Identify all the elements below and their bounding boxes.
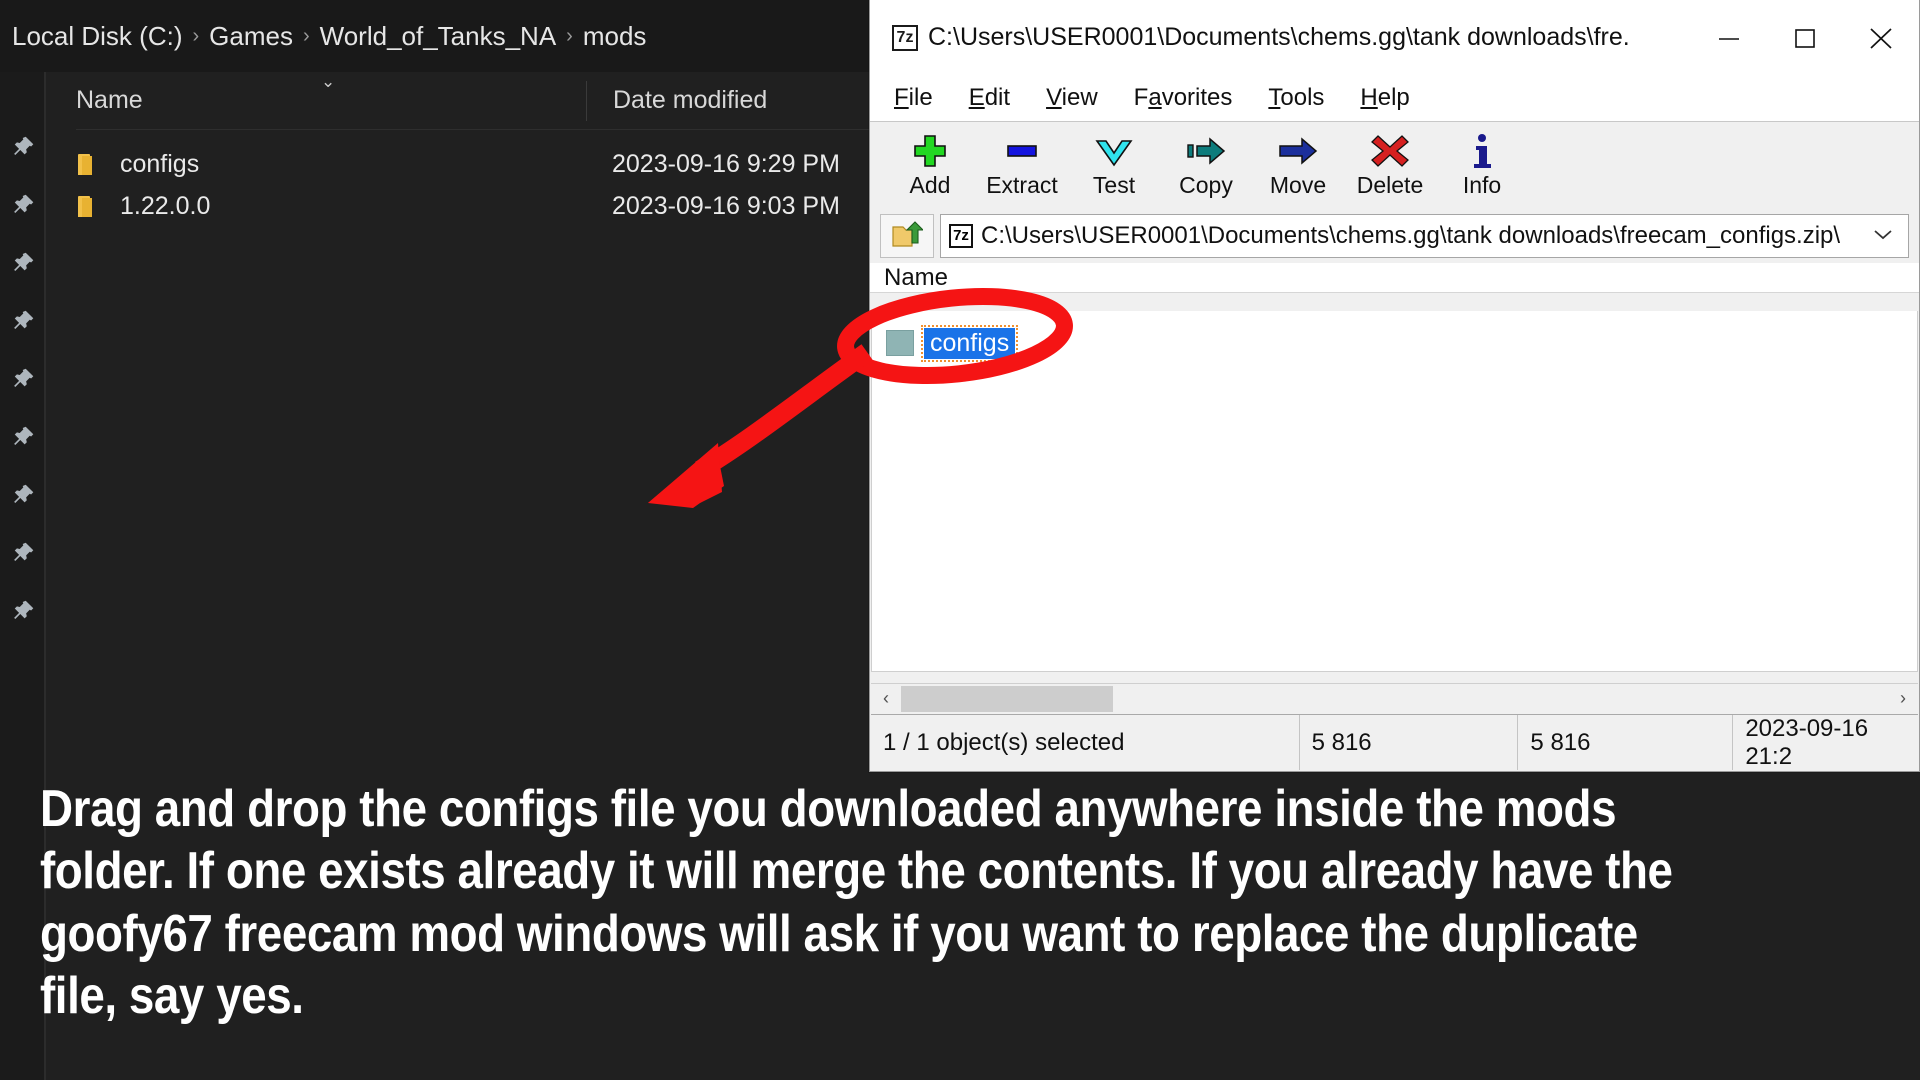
breadcrumb-item-1[interactable]: Games bbox=[201, 21, 301, 52]
list-item-label: configs bbox=[920, 324, 1019, 362]
chevron-down-icon[interactable] bbox=[1872, 227, 1894, 246]
menu-bar: File Edit View Favorites Tools Help bbox=[870, 75, 1919, 121]
move-label: Move bbox=[1269, 172, 1327, 198]
folder-up-icon[interactable] bbox=[880, 214, 934, 258]
breadcrumb-item-0[interactable]: Local Disk (C:) bbox=[4, 21, 190, 52]
breadcrumb-item-3[interactable]: mods bbox=[575, 21, 655, 52]
scrollbar-thumb[interactable] bbox=[901, 685, 1113, 712]
file-name: configs bbox=[120, 149, 200, 178]
test-label: Test bbox=[1092, 172, 1136, 198]
folder-icon bbox=[76, 152, 102, 176]
status-size: 5 816 bbox=[1311, 728, 1372, 756]
status-bar: 1 / 1 object(s) selected 5 816 5 816 202… bbox=[871, 714, 1918, 770]
delete-label: Delete bbox=[1356, 172, 1424, 198]
pin-icon[interactable] bbox=[10, 308, 36, 334]
menu-item-tools[interactable]: Tools bbox=[1264, 82, 1328, 114]
move-button[interactable]: Move bbox=[1252, 128, 1344, 199]
list-item[interactable]: configs bbox=[886, 324, 1019, 362]
add-label: Add bbox=[909, 172, 951, 198]
pin-icon[interactable] bbox=[10, 134, 36, 160]
menu-item-help[interactable]: Help bbox=[1356, 82, 1413, 114]
address-bar: 7z C:\Users\USER0001\Documents\chems.gg\… bbox=[870, 213, 1919, 263]
pin-icon[interactable] bbox=[10, 192, 36, 218]
list-column-header[interactable]: Name bbox=[870, 263, 1919, 293]
info-label: Info bbox=[1462, 172, 1502, 198]
path-value: C:\Users\USER0001\Documents\chems.gg\tan… bbox=[981, 222, 1841, 249]
folder-icon bbox=[76, 194, 102, 218]
menu-item-favorites[interactable]: Favorites bbox=[1130, 82, 1237, 114]
info-icon bbox=[1467, 128, 1497, 174]
sevenzip-app-icon: 7z bbox=[892, 24, 918, 51]
copy-label: Copy bbox=[1179, 172, 1233, 198]
window-controls bbox=[1691, 0, 1919, 75]
plus-icon bbox=[910, 128, 950, 174]
copy-button[interactable]: Copy bbox=[1160, 128, 1252, 199]
pin-icon[interactable] bbox=[10, 598, 36, 624]
window-title: C:\Users\USER0001\Documents\chems.gg\tan… bbox=[928, 23, 1628, 51]
status-packed-size: 5 816 bbox=[1530, 728, 1591, 756]
extract-label: Extract bbox=[986, 172, 1058, 198]
close-icon[interactable] bbox=[1843, 0, 1919, 75]
menu-item-file[interactable]: File bbox=[890, 82, 937, 114]
delete-button[interactable]: Delete bbox=[1344, 128, 1436, 199]
pin-icon[interactable] bbox=[10, 250, 36, 276]
check-down-icon bbox=[1093, 128, 1135, 174]
column-header-date[interactable]: Date modified bbox=[587, 86, 767, 115]
status-selection: 1 / 1 object(s) selected bbox=[883, 728, 1125, 756]
sevenzip-titlebar[interactable]: 7z C:\Users\USER0001\Documents\chems.gg\… bbox=[870, 0, 1919, 75]
minimize-icon[interactable] bbox=[1691, 0, 1767, 75]
move-arrow-icon bbox=[1277, 128, 1319, 174]
copy-arrow-icon bbox=[1185, 128, 1227, 174]
table-row[interactable]: configs 2023-09-16 9:29 PM bbox=[76, 142, 840, 186]
list-column-header-name: Name bbox=[884, 263, 949, 291]
status-modified: 2023-09-16 21:2 bbox=[1745, 714, 1869, 770]
test-button[interactable]: Test bbox=[1068, 128, 1160, 199]
sevenzip-archive-icon: 7z bbox=[949, 224, 973, 248]
extract-button[interactable]: Extract bbox=[976, 128, 1068, 199]
column-header-name[interactable]: Name ⌄ bbox=[76, 72, 586, 129]
breadcrumb-item-2[interactable]: World_of_Tanks_NA bbox=[312, 21, 565, 52]
scroll-right-icon[interactable]: › bbox=[1888, 685, 1918, 713]
minus-icon bbox=[1002, 128, 1042, 174]
add-button[interactable]: Add bbox=[884, 128, 976, 199]
breadcrumb-separator: › bbox=[302, 24, 310, 47]
pin-icon[interactable] bbox=[10, 424, 36, 450]
breadcrumb-separator: › bbox=[192, 24, 200, 47]
archive-file-list[interactable]: configs bbox=[871, 311, 1918, 672]
pin-icon[interactable] bbox=[10, 540, 36, 566]
pin-icon[interactable] bbox=[10, 366, 36, 392]
path-combobox[interactable]: 7z C:\Users\USER0001\Documents\chems.gg\… bbox=[940, 214, 1909, 258]
file-date-modified: 2023-09-16 9:29 PM bbox=[612, 149, 840, 178]
breadcrumb-separator: › bbox=[566, 24, 573, 47]
maximize-icon[interactable] bbox=[1767, 0, 1843, 75]
scrollbar-track[interactable] bbox=[901, 685, 1888, 713]
table-row[interactable]: 1.22.0.0 2023-09-16 9:03 PM bbox=[76, 184, 840, 228]
delete-x-icon bbox=[1369, 128, 1411, 174]
menu-item-edit[interactable]: Edit bbox=[965, 82, 1014, 114]
sevenzip-window: 7z C:\Users\USER0001\Documents\chems.gg\… bbox=[869, 0, 1920, 772]
horizontal-scrollbar[interactable]: ‹ › bbox=[871, 683, 1918, 713]
column-header-name-label: Name bbox=[76, 86, 143, 114]
screen: Local Disk (C:) › Games › World_of_Tanks… bbox=[0, 0, 1920, 1080]
toolbar: Add Extract Test Copy Move Delete Info bbox=[870, 121, 1919, 213]
folder-archive-icon bbox=[886, 330, 914, 356]
file-date-modified: 2023-09-16 9:03 PM bbox=[612, 191, 840, 220]
scroll-left-icon[interactable]: ‹ bbox=[871, 685, 901, 713]
sort-caret-icon: ⌄ bbox=[321, 72, 336, 91]
info-button[interactable]: Info bbox=[1436, 128, 1528, 199]
menu-item-view[interactable]: View bbox=[1042, 82, 1102, 114]
file-name: 1.22.0.0 bbox=[120, 191, 211, 220]
caption-text: Drag and drop the configs file you downl… bbox=[40, 780, 1673, 1026]
pin-icon[interactable] bbox=[10, 482, 36, 508]
